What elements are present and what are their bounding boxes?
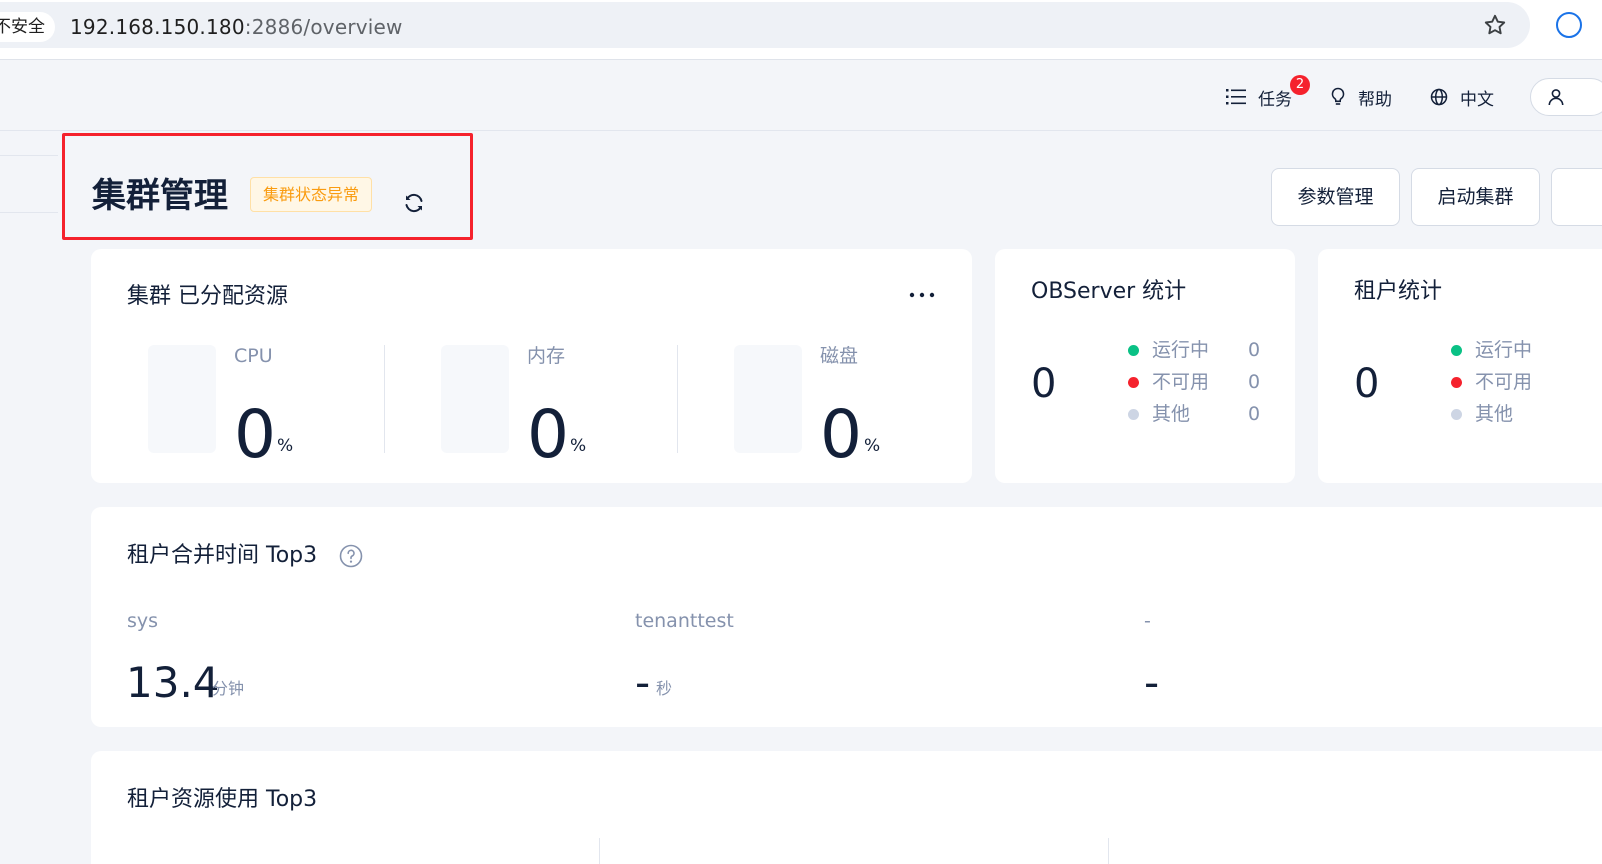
tenant-resource-usage-card <box>91 751 1602 864</box>
merge-tenant-value: - <box>1144 658 1160 707</box>
observer-unavailable-count: 0 <box>1248 371 1261 393</box>
observer-running-count: 0 <box>1248 339 1261 361</box>
help-label: 帮助 <box>1358 89 1392 110</box>
language-label: 中文 <box>1460 89 1494 110</box>
sidebar-collapsed-item[interactable] <box>0 155 58 213</box>
lightbulb-icon <box>1331 87 1345 105</box>
divider <box>677 345 678 453</box>
language-switch[interactable]: 中文 <box>1430 85 1494 110</box>
memory-value: 0 <box>527 396 569 473</box>
observer-card-title: OBServer 统计 <box>1031 279 1187 304</box>
user-menu-button[interactable] <box>1530 78 1602 116</box>
unavailable-dot <box>1451 377 1462 388</box>
refresh-icon[interactable] <box>403 192 425 214</box>
observer-unavailable-label: 不可用 <box>1152 371 1210 393</box>
disk-unit: % <box>864 436 881 456</box>
more-icon[interactable] <box>908 285 936 305</box>
memory-unit: % <box>570 436 587 456</box>
observer-other-label: 其他 <box>1152 403 1191 425</box>
divider <box>1108 838 1109 864</box>
merge-tenant-name: sys <box>127 610 159 632</box>
bookmark-star-icon[interactable] <box>1483 13 1507 37</box>
observer-running-label: 运行中 <box>1152 339 1210 361</box>
merge-tenant-value: 13.4 <box>126 658 220 707</box>
help-menu[interactable]: 帮助 <box>1330 85 1392 110</box>
running-dot <box>1128 345 1139 356</box>
question-circle-icon[interactable] <box>339 544 363 568</box>
divider <box>599 838 600 864</box>
merge-tenant-unit: 分钟 <box>212 679 245 698</box>
tasks-count-badge: 2 <box>1290 75 1310 95</box>
cpu-gauge <box>148 345 216 453</box>
running-dot <box>1451 345 1462 356</box>
globe-icon <box>1430 88 1448 106</box>
disk-label: 磁盘 <box>820 345 859 367</box>
observer-other-count: 0 <box>1248 403 1261 425</box>
merge-tenant-value: - <box>635 658 651 707</box>
tasks-label: 任务 <box>1258 89 1292 110</box>
merge-tenant-name: - <box>1144 610 1151 632</box>
url-text[interactable]: 192.168.150.180:2886/overview <box>70 13 403 41</box>
start-cluster-button[interactable]: 启动集群 <box>1411 168 1540 226</box>
tenant-unavailable-label: 不可用 <box>1475 371 1533 393</box>
url-path: :2886/overview <box>244 15 403 39</box>
divider <box>384 345 385 453</box>
cpu-value: 0 <box>234 396 276 473</box>
merge-tenant-unit: 秒 <box>656 679 673 698</box>
unavailable-dot <box>1128 377 1139 388</box>
memory-label: 内存 <box>527 345 566 367</box>
tasks-menu[interactable]: 任务 <box>1226 85 1292 110</box>
cpu-unit: % <box>277 436 294 456</box>
security-indicator[interactable]: 不安全 <box>0 12 55 42</box>
other-dot <box>1128 409 1139 420</box>
profile-icon[interactable] <box>1556 12 1582 38</box>
merge-tenant-name: tenanttest <box>635 610 734 632</box>
tenant-other-label: 其他 <box>1475 403 1514 425</box>
app-header: 任务 帮助 中文 2 <box>0 61 1602 131</box>
more-action-button[interactable] <box>1551 168 1602 226</box>
cluster-status-tag: 集群状态异常 <box>250 177 373 212</box>
address-bar[interactable]: 不安全 192.168.150.180:2886/overview <box>0 2 1530 48</box>
cpu-label: CPU <box>234 345 273 367</box>
url-host: 192.168.150.180 <box>70 15 245 39</box>
memory-gauge <box>441 345 509 453</box>
observer-total: 0 <box>1031 361 1057 407</box>
tenant-merge-time-card <box>91 507 1602 727</box>
browser-toolbar: 不安全 192.168.150.180:2886/overview <box>0 0 1602 60</box>
list-icon <box>1226 89 1246 105</box>
tenant-card-title: 租户统计 <box>1354 279 1443 304</box>
merge-card-title: 租户合并时间 Top3 <box>127 543 318 568</box>
params-button[interactable]: 参数管理 <box>1271 168 1400 226</box>
disk-value: 0 <box>820 396 862 473</box>
resources-card-title: 集群 已分配资源 <box>127 284 288 309</box>
usage-card-title: 租户资源使用 Top3 <box>127 787 318 812</box>
page-title: 集群管理 <box>92 176 228 216</box>
other-dot <box>1451 409 1462 420</box>
tenant-total: 0 <box>1354 361 1380 407</box>
disk-gauge <box>734 345 802 453</box>
user-icon <box>1548 89 1564 106</box>
tenant-running-label: 运行中 <box>1475 339 1533 361</box>
